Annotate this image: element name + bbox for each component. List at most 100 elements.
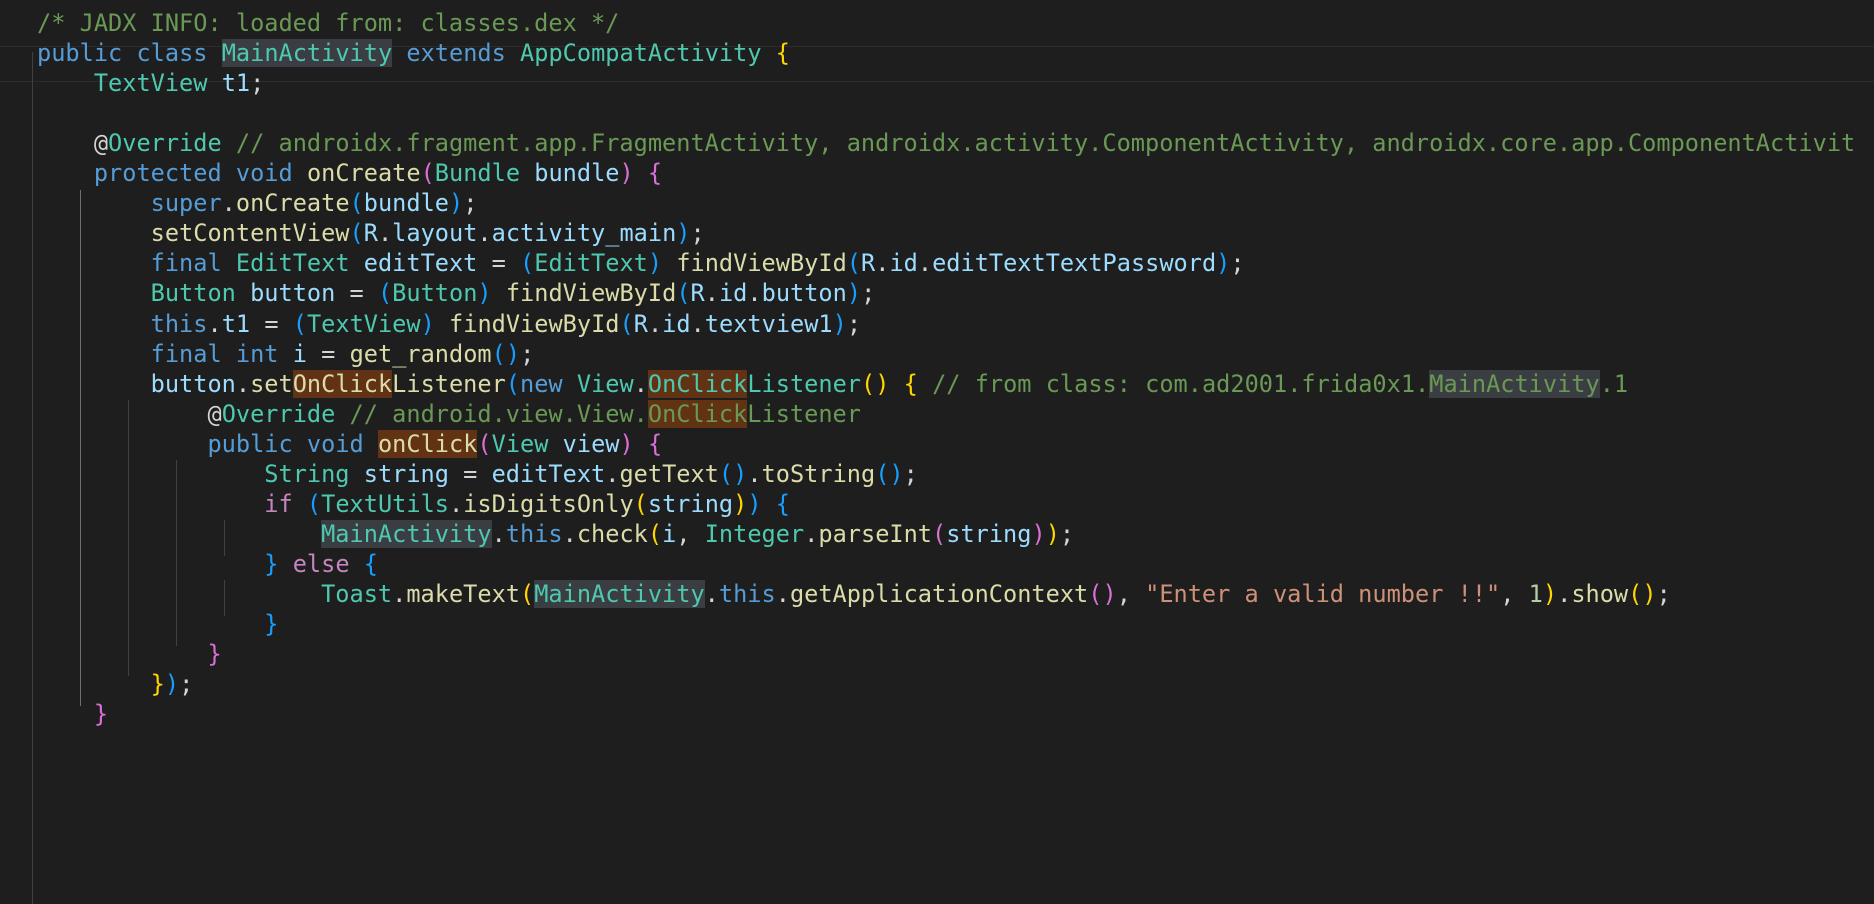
code-token: . (221, 189, 236, 218)
code-token: ) (164, 670, 180, 699)
code-token: ( (491, 339, 506, 368)
code-token: ) (889, 459, 904, 488)
code-token: ; (1656, 579, 1671, 608)
code-token: 1 (1528, 579, 1543, 608)
code-token: /* JADX INFO: loaded from: classes.dex *… (37, 9, 620, 37)
code-token: MainActivity (221, 39, 393, 68)
code-token: . (605, 459, 620, 488)
code-token: ( (519, 579, 535, 608)
code-token: id (889, 249, 918, 278)
code-token: EditText (235, 249, 350, 278)
code-token: ) (619, 429, 634, 458)
code-token: R (633, 309, 648, 338)
code-token: = (306, 339, 350, 368)
code-token: editText (363, 249, 478, 278)
code-token: else (292, 549, 350, 578)
code-token: ( (932, 519, 947, 548)
code-token: } (264, 610, 279, 638)
code-token: TextView (306, 309, 421, 338)
code-token: . (747, 279, 762, 308)
code-token: final (150, 339, 222, 368)
code-token: ( (377, 279, 393, 308)
code-token: Listener (747, 369, 861, 398)
code-token: Listener (392, 369, 506, 398)
code-token: button (250, 279, 336, 308)
code-token: "Enter a valid number !!" (1145, 579, 1501, 608)
code-token: ) (1031, 519, 1046, 548)
code-token: button (761, 279, 847, 308)
code-token: @ (93, 129, 109, 158)
code-token: Button (392, 279, 478, 308)
code-token: = (250, 309, 293, 338)
code-token: TextUtils (321, 489, 449, 518)
code-token: . (491, 519, 506, 548)
code-token: = (448, 459, 492, 488)
code-token: Integer (704, 519, 805, 548)
code-token: show (1571, 579, 1629, 608)
code-editor[interactable]: /* JADX INFO: loaded from: classes.dex *… (0, 0, 1874, 904)
code-token: ; (846, 309, 862, 338)
code-token: , (1500, 579, 1529, 608)
code-token: id (662, 309, 691, 338)
code-token: ( (349, 219, 364, 248)
code-token: . (804, 519, 819, 548)
code-token: ) (477, 279, 492, 308)
code-token: extends (406, 39, 506, 68)
code-token: id (718, 279, 748, 308)
code-token: MainActivity (321, 519, 492, 548)
code-line[interactable]: } (37, 696, 1874, 732)
code-token: button (150, 369, 236, 398)
code-token: protected (93, 159, 222, 188)
code-token: t1 (221, 69, 251, 98)
code-token: ) (733, 489, 748, 518)
code-token: get_random (349, 339, 492, 368)
code-token: ) (1102, 579, 1117, 608)
code-token: R (861, 249, 876, 278)
code-token: onClick (377, 429, 478, 458)
code-token: onCreate (235, 189, 350, 218)
code-token: TextView (93, 69, 208, 98)
code-token: . (477, 219, 492, 248)
code-token: EditText (534, 249, 648, 278)
indent-guide (32, 52, 33, 904)
code-token: this (150, 309, 208, 338)
code-token: ( (619, 309, 634, 338)
code-token: ; (1230, 249, 1245, 278)
code-token: . (690, 309, 705, 338)
code-token: ) (448, 189, 464, 218)
code-token: public (207, 429, 293, 458)
code-token: . (775, 579, 790, 608)
code-token: ; (690, 219, 705, 248)
code-token: View (576, 369, 634, 398)
code-token: ) (1542, 579, 1558, 608)
code-token: String (264, 459, 350, 488)
code-token: getApplicationContext (789, 579, 1089, 608)
